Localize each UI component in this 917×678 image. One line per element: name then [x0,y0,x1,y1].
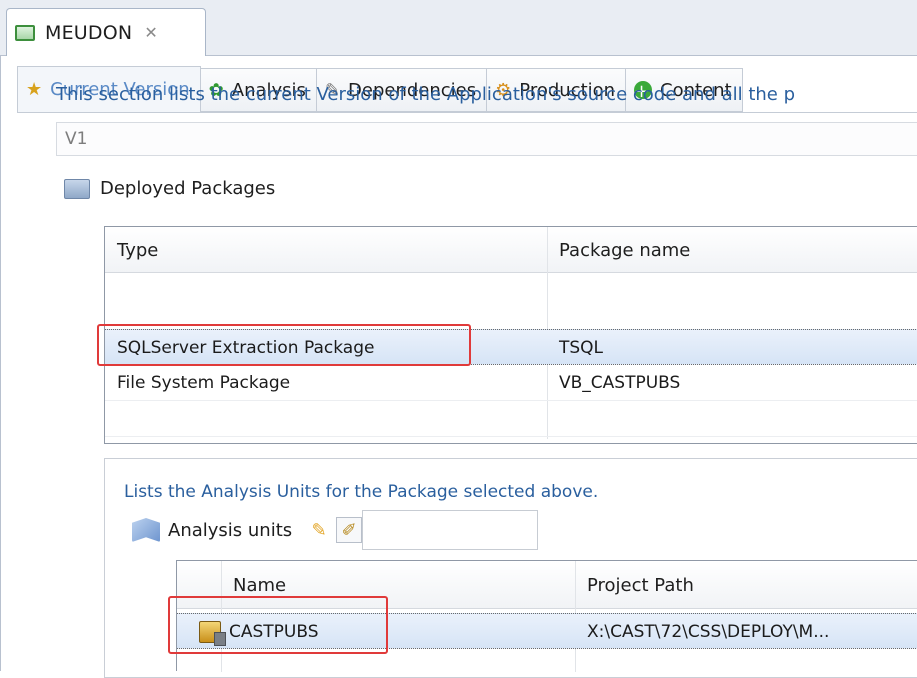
app-icon [15,24,35,41]
deployed-packages-heading: Deployed Packages [64,178,275,199]
column-header-type[interactable]: Type [105,227,547,273]
analysis-units-filter-input[interactable] [362,510,539,550]
column-header-name[interactable]: Name [221,561,575,609]
close-icon[interactable]: ✕ [144,23,157,42]
analysis-units-description: Lists the Analysis Units for the Package… [124,482,599,502]
folder-icon [64,178,90,199]
analysis-units-label: Analysis units [168,519,293,541]
table-row[interactable]: SQLServer Extraction Package TSQL [105,329,917,365]
deployed-packages-table: Type Package name SQLServer Extraction P… [104,226,917,444]
table-header: Name Project Path [177,561,917,609]
cell-package-name: VB_CASTPUBS [559,373,681,393]
table-header: Type Package name [105,227,917,273]
editor-tab-label: MEUDON [45,21,133,44]
version-icon: ★ [26,79,43,100]
editor-tabstrip: MEUDON ✕ [0,0,917,56]
cell-package-name: TSQL [559,338,604,358]
column-header-package-name[interactable]: Package name [547,227,917,273]
cell-project-path: X:\CAST\72\CSS\DEPLOY\M... [587,622,830,642]
column-header-project-path[interactable]: Project Path [575,561,917,609]
edit-icon[interactable]: ✎ [306,517,332,543]
cell-type: File System Package [117,373,291,393]
analysis-units-toolbar: Analysis units ✎ ✐ [132,510,539,550]
deployed-packages-title: Deployed Packages [100,178,276,199]
tab-divider [17,112,917,113]
table-row[interactable]: CASTPUBS X:\CAST\72\CSS\DEPLOY\M... [177,613,917,649]
cell-name: CASTPUBS [187,614,575,650]
table-row[interactable]: File System Package VB_CASTPUBS [105,365,917,401]
analysis-units-table: Name Project Path CASTPUBS X:\CAST\72\CS… [176,560,917,672]
edit-advanced-icon[interactable]: ✐ [336,517,363,543]
editor-tab-meudon[interactable]: MEUDON ✕ [6,8,206,56]
table-row-empty [105,401,917,437]
book-icon [132,518,160,542]
current-version-field[interactable]: V1 [56,122,917,156]
cell-type: SQLServer Extraction Package [117,338,375,358]
analysis-unit-icon [199,621,226,646]
section-description: This section lists the current Version o… [56,84,796,105]
unit-name: CASTPUBS [229,622,319,642]
